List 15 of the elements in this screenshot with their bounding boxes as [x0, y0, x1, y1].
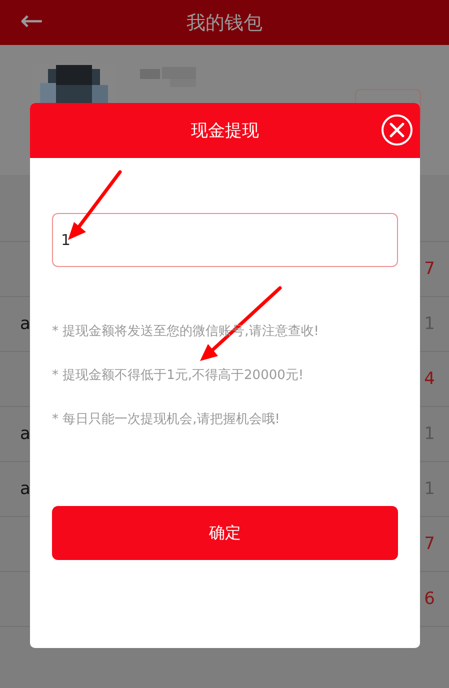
record-label: a [20, 314, 30, 334]
record-amount: 6 [424, 589, 435, 609]
record-label: a [20, 479, 30, 499]
confirm-button[interactable]: 确定 [52, 506, 398, 560]
dialog-title: 现金提现 [191, 120, 259, 142]
record-amount: 7 [424, 259, 435, 279]
note-text: * 每日只能一次提现机会,请把握机会哦! [52, 411, 281, 429]
close-icon[interactable] [381, 114, 413, 146]
note-text: * 提现金额不得低于1元,不得高于20000元! [52, 367, 305, 385]
page-title: 我的钱包 [186, 10, 262, 36]
record-label: a [20, 424, 30, 444]
back-button[interactable]: ← [14, 4, 50, 38]
amount-field[interactable]: 1 [52, 213, 398, 267]
record-amount: 4 [424, 369, 435, 389]
record-amount: 7 [424, 534, 435, 554]
